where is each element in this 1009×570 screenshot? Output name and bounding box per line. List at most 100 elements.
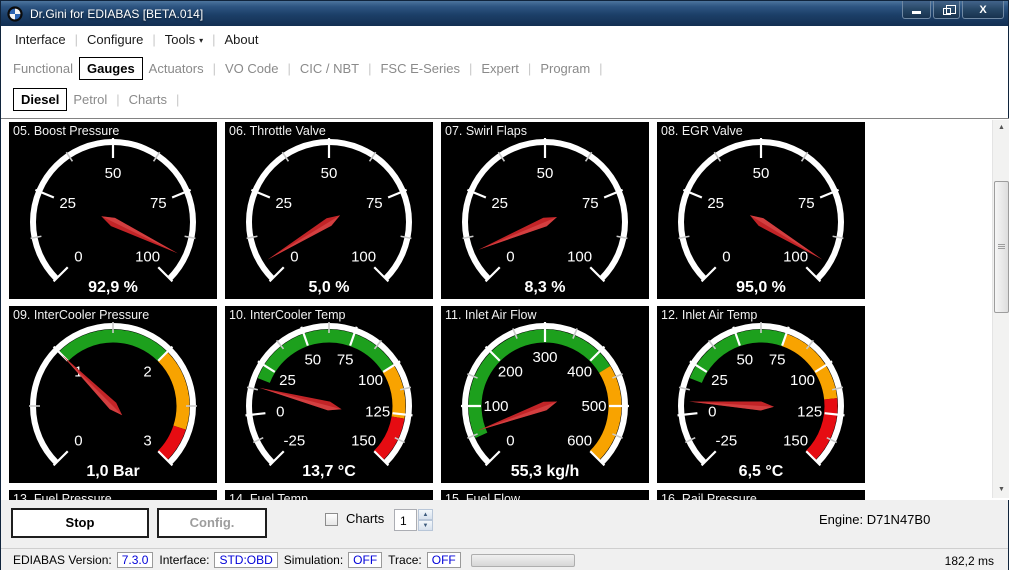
gauge-panel: 10. InterCooler Temp -25 0 25 50 75 100 125 150 1… — [225, 306, 433, 483]
status-value-simulation: OFF — [348, 552, 383, 568]
gauge-tick-label: 75 — [769, 352, 786, 369]
gauge-dial: 06. Throttle Valve 0 25 50 75 1005,0 % — [229, 124, 412, 296]
gauge-tick-label: -25 — [284, 433, 306, 450]
gauge-tick-label: 75 — [337, 352, 354, 369]
gauge-tick-label: 0 — [290, 249, 298, 266]
tab-fsc-eseries[interactable]: FSC E-Series — [377, 61, 462, 76]
status-value-trace: OFF — [426, 552, 461, 568]
stop-button[interactable]: Stop — [11, 508, 149, 538]
window-title: Dr.Gini for EDIABAS [BETA.014] — [30, 6, 204, 21]
gauge-tick-label: 150 — [351, 433, 376, 450]
gauge-title: 09. InterCooler Pressure — [13, 308, 149, 322]
titlebar[interactable]: Dr.Gini for EDIABAS [BETA.014] X — [1, 1, 1008, 26]
gauge-tick-label: 0 — [74, 249, 82, 266]
scroll-down-icon[interactable]: ▼ — [994, 482, 1009, 498]
gauge-value: 92,9 % — [88, 279, 138, 296]
status-label-interface: Interface: — [159, 553, 210, 567]
gauge-panel-partial: 16. Rail Pressure — [657, 490, 865, 500]
gauge-value: 95,0 % — [736, 279, 786, 296]
gauge-panel: 05. Boost Pressure 0 25 50 75 100 92,9 % — [9, 122, 217, 299]
gauge-dial: 07. Swirl Flaps 0 25 50 75 1008,3 % — [445, 124, 628, 296]
charts-checkbox-label: Charts — [346, 511, 385, 526]
gauge-tick-label: 50 — [537, 165, 554, 182]
stepper-up-icon[interactable]: ▲ — [418, 509, 433, 520]
menu-separator: | — [212, 31, 216, 47]
gauge-tick-label: 200 — [498, 363, 523, 380]
status-label-ediabas: EDIABAS Version: — [13, 553, 112, 567]
gauge-dial: 09. InterCooler Pressure01231,0 Bar — [13, 308, 197, 480]
restore-icon — [942, 4, 956, 15]
gauge-tick-label: 75 — [798, 195, 815, 212]
tab-separator: | — [212, 61, 216, 76]
engine-label: Engine: D71N47B0 — [819, 512, 931, 527]
menu-separator: | — [152, 31, 156, 47]
main-tab-row: Functional Gauges Actuators | VO Code | … — [1, 52, 1008, 85]
gauge-title: 15. Fuel Flow — [445, 492, 521, 500]
gauge-dial: 10. InterCooler Temp -250 25 50 75100 125 150 1… — [229, 308, 413, 480]
tab-charts[interactable]: Charts — [126, 92, 170, 107]
gauge-tick-label: -25 — [716, 433, 738, 450]
gauge-tick-label: 25 — [275, 195, 292, 212]
scroll-up-icon[interactable]: ▲ — [994, 120, 1009, 136]
status-bar: EDIABAS Version: 7.3.0 Interface: STD:OB… — [1, 548, 1008, 570]
window-controls: X — [902, 1, 1004, 19]
menu-about[interactable]: About — [221, 32, 263, 47]
tab-program[interactable]: Program — [537, 61, 593, 76]
tab-expert[interactable]: Expert — [478, 61, 522, 76]
config-button[interactable]: Config. — [157, 508, 267, 538]
gauge-panel: 06. Throttle Valve 0 25 50 75 100 5,0 % — [225, 122, 433, 299]
gauge-title: 14. Fuel Temp — [229, 492, 308, 500]
control-bar: Stop Config. Charts 1 ▲ ▼ Engine: D71N47… — [1, 500, 1008, 548]
tab-diesel[interactable]: Diesel — [13, 87, 68, 111]
minimize-button[interactable] — [902, 1, 931, 19]
menu-tools[interactable]: Tools ▾ — [161, 32, 207, 47]
scroll-thumb[interactable] — [994, 181, 1009, 313]
gauge-grid: ▲ ▼ 05. Boost Pressure 0 25 50 75 100 92,9 % 0 6… — [1, 118, 1009, 500]
gauge-tick-label: 25 — [707, 195, 724, 212]
elapsed-time: 182,2 ms — [944, 554, 994, 568]
chevron-down-icon: ▾ — [199, 35, 204, 45]
tab-separator: | — [116, 91, 120, 107]
charts-checkbox[interactable] — [325, 513, 338, 526]
tab-actuators[interactable]: Actuators — [146, 61, 207, 76]
tab-petrol[interactable]: Petrol — [70, 92, 110, 107]
restore-button[interactable] — [933, 1, 960, 19]
gauge-tick-label: 50 — [304, 352, 321, 369]
stepper-down-icon[interactable]: ▼ — [418, 520, 433, 531]
gauge-value: 6,5 °C — [739, 463, 784, 480]
gauge-value: 5,0 % — [309, 279, 350, 296]
gauge-title: 13. Fuel Pressure — [13, 492, 112, 500]
gauge-tick-label: 150 — [783, 433, 808, 450]
close-button[interactable]: X — [962, 1, 1004, 19]
gauge-tick-label: 25 — [279, 372, 296, 389]
gauge-tick-label: 25 — [711, 372, 728, 389]
tab-vo-code[interactable]: VO Code — [222, 61, 281, 76]
vertical-scrollbar[interactable]: ▲ ▼ — [992, 120, 1009, 498]
gauge-tick-label: 100 — [483, 398, 508, 415]
gauge-title: 10. InterCooler Temp — [229, 308, 346, 322]
gauge-tick-label: 2 — [143, 363, 151, 380]
tab-separator: | — [287, 61, 291, 76]
menubar: Interface | Configure | Tools ▾ | About — [1, 26, 1008, 52]
gauge-arc — [462, 139, 628, 281]
tab-functional[interactable]: Functional — [10, 61, 76, 76]
gauge-tick-label: 0 — [276, 404, 284, 421]
gauge-title: 05. Boost Pressure — [13, 124, 119, 138]
gauge-panel: 07. Swirl Flaps 0 25 50 75 100 8,3 % — [441, 122, 649, 299]
charts-count-value[interactable]: 1 — [394, 509, 417, 531]
gauge-tick-label: 0 — [506, 249, 514, 266]
tab-cic-nbt[interactable]: CIC / NBT — [297, 61, 362, 76]
status-value-interface: STD:OBD — [214, 552, 278, 568]
gauge-dial: 05. Boost Pressure 0 25 50 75 100 92,9 % — [13, 124, 196, 296]
tab-gauges[interactable]: Gauges — [78, 57, 143, 80]
gauge-panel-partial: 13. Fuel Pressure — [9, 490, 217, 500]
menu-configure[interactable]: Configure — [83, 32, 147, 47]
gauge-title: 08. EGR Valve — [661, 124, 743, 138]
menu-interface[interactable]: Interface — [11, 32, 70, 47]
gauge-tick-label: 0 — [722, 249, 730, 266]
app-window: Dr.Gini for EDIABAS [BETA.014] X Interfa… — [0, 0, 1009, 570]
gauge-tick-label: 100 — [135, 249, 160, 266]
gauge-title: 12. Inlet Air Temp — [661, 308, 757, 322]
tab-separator: | — [468, 61, 473, 76]
gauge-value: 8,3 % — [525, 279, 566, 296]
